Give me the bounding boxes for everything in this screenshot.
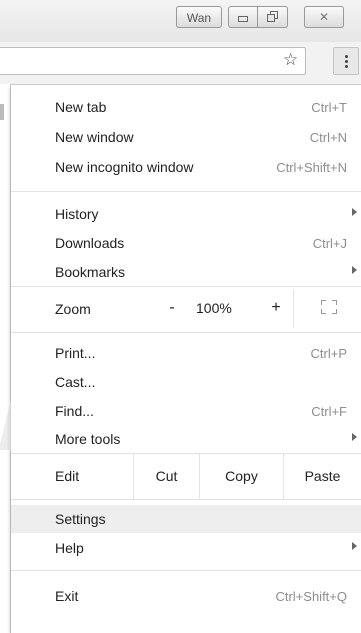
fullscreen-icon[interactable] <box>321 300 337 314</box>
menu-item-label: Settings <box>55 511 106 527</box>
edit-row: Edit Cut Copy Paste <box>11 453 361 499</box>
submenu-arrow-icon <box>352 208 357 216</box>
restore-button[interactable] <box>258 6 288 28</box>
menu-item-more-tools[interactable]: More tools <box>11 425 361 453</box>
window-controls: ✕ <box>228 6 344 28</box>
zoom-divider <box>293 290 294 328</box>
menu-item-print[interactable]: Print... Ctrl+P <box>11 339 361 367</box>
zoom-row: Zoom - 100% + <box>11 286 361 332</box>
minimize-icon <box>238 16 248 22</box>
menu-item-new-incognito-window[interactable]: New incognito window Ctrl+Shift+N <box>11 153 361 181</box>
menu-item-shortcut: Ctrl+T <box>311 100 347 115</box>
menu-item-label: Downloads <box>55 235 125 251</box>
submenu-arrow-icon <box>352 433 357 441</box>
menu-item-cast[interactable]: Cast... <box>11 368 361 396</box>
submenu-arrow-icon <box>352 266 357 274</box>
menu-item-shortcut: Ctrl+J <box>312 236 347 251</box>
menu-separator <box>11 332 361 333</box>
cut-button[interactable]: Cut <box>133 453 199 499</box>
browser-toolbar: ☆ <box>0 42 361 85</box>
menu-item-new-tab[interactable]: New tab Ctrl+T <box>11 93 361 121</box>
menu-item-label: More tools <box>55 431 121 447</box>
menu-item-label: New incognito window <box>55 159 194 175</box>
submenu-arrow-icon <box>352 542 357 550</box>
star-icon[interactable]: ☆ <box>283 50 298 70</box>
restore-icon <box>266 11 279 23</box>
close-icon: ✕ <box>318 10 330 24</box>
menu-item-label: Find... <box>55 403 94 419</box>
page-content-mark <box>0 104 4 120</box>
menu-item-label: Bookmarks <box>55 264 126 280</box>
edit-label: Edit <box>55 468 80 484</box>
menu-item-settings[interactable]: Settings <box>11 505 361 533</box>
menu-dot <box>344 59 348 63</box>
menu-item-label: History <box>55 206 99 222</box>
menu-item-exit[interactable]: Exit Ctrl+Shift+Q <box>11 582 361 610</box>
menu-item-shortcut: Ctrl+N <box>309 130 347 145</box>
minimize-button[interactable] <box>228 6 258 28</box>
menu-item-find[interactable]: Find... Ctrl+F <box>11 397 361 425</box>
menu-separator <box>11 570 361 571</box>
menu-separator <box>11 191 361 192</box>
menu-item-history[interactable]: History <box>11 200 361 228</box>
menu-item-label: Exit <box>55 588 79 604</box>
menu-item-label: Print... <box>55 345 96 361</box>
menu-item-label: Cast... <box>55 374 96 390</box>
menu-item-shortcut: Ctrl+P <box>310 346 347 361</box>
menu-item-shortcut: Ctrl+F <box>311 404 347 419</box>
menu-item-label: New window <box>55 129 134 145</box>
menu-item-label: New tab <box>55 99 107 115</box>
menu-dot <box>344 54 348 58</box>
paste-button[interactable]: Paste <box>283 453 361 499</box>
chrome-menu-button[interactable] <box>333 47 359 75</box>
menu-item-downloads[interactable]: Downloads Ctrl+J <box>11 229 361 257</box>
menu-separator <box>11 499 361 500</box>
menu-item-label: Help <box>55 540 84 556</box>
copy-button[interactable]: Copy <box>199 453 283 499</box>
address-bar[interactable] <box>0 47 306 75</box>
page-content-edge <box>0 84 11 633</box>
zoom-out-button[interactable]: - <box>161 296 183 320</box>
menu-dot <box>344 64 348 68</box>
menu-item-bookmarks[interactable]: Bookmarks <box>11 258 361 286</box>
menu-item-shortcut: Ctrl+Shift+Q <box>275 589 347 604</box>
zoom-label: Zoom <box>55 301 91 317</box>
menu-item-help[interactable]: Help <box>11 534 361 562</box>
close-button[interactable]: ✕ <box>304 6 344 28</box>
zoom-level: 100% <box>196 300 232 316</box>
menu-item-new-window[interactable]: New window Ctrl+N <box>11 123 361 151</box>
chrome-main-menu: New tab Ctrl+T New window Ctrl+N New inc… <box>11 85 361 633</box>
menu-item-shortcut: Ctrl+Shift+N <box>276 160 347 175</box>
zoom-in-button[interactable]: + <box>265 296 287 320</box>
profile-button[interactable]: Wan <box>176 6 222 28</box>
title-bar: Wan ✕ <box>0 0 361 43</box>
browser-window: Wan ✕ ☆ New tab Ctrl+T New window Ctrl+N… <box>0 0 361 633</box>
